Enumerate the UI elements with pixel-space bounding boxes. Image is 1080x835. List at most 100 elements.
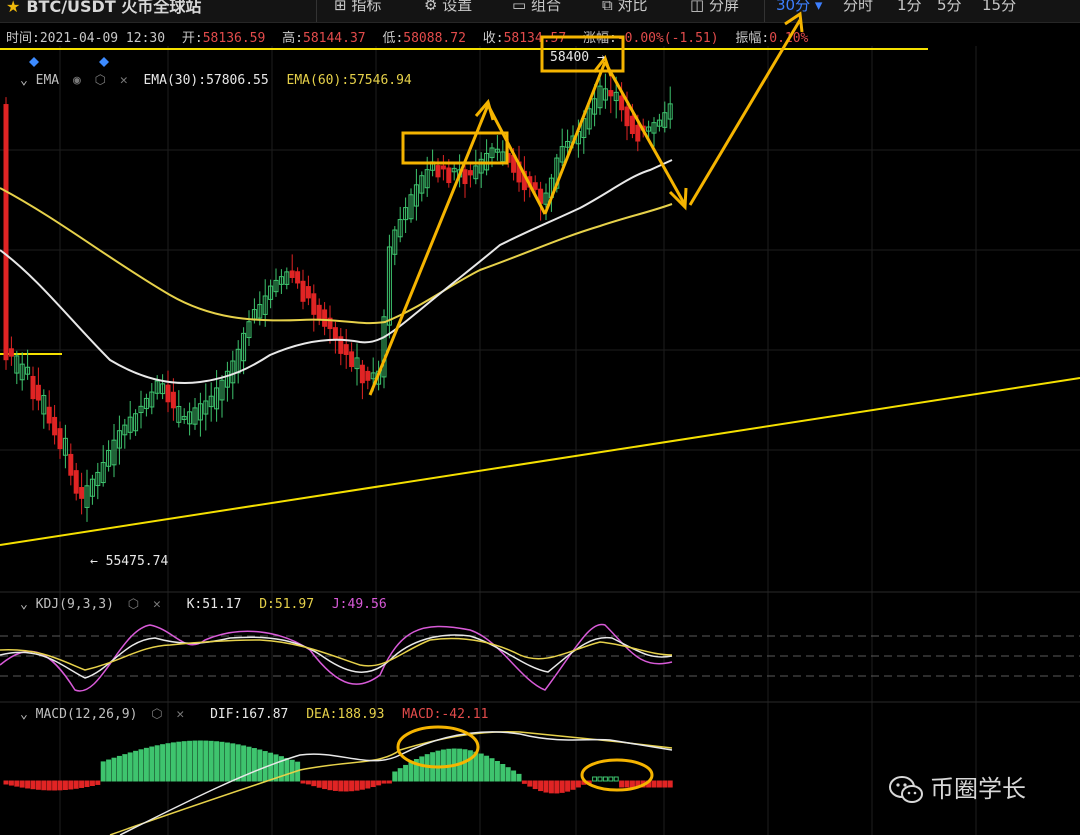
candle-body (305, 286, 311, 299)
collapse-icon[interactable]: ⌄ (20, 73, 28, 88)
candle-body (629, 115, 635, 135)
macd-histogram-bar (170, 742, 176, 782)
macd-histogram-bar (592, 776, 598, 782)
macd-histogram-bar (619, 780, 625, 788)
candle-body (73, 470, 79, 494)
macd-histogram-bar (122, 754, 128, 782)
settings-icon[interactable]: ⬡ (95, 73, 106, 88)
collapse-icon[interactable]: ⌄ (20, 597, 28, 612)
candle-body (462, 169, 468, 185)
macd-histogram-bar (3, 780, 9, 785)
kdj-panel (0, 623, 673, 692)
macd-histogram-bar (408, 761, 414, 782)
macd-histogram-bar (602, 776, 608, 782)
macd-histogram-bar (95, 780, 101, 785)
candle-body (311, 293, 317, 315)
macd-histogram-bar (478, 753, 484, 782)
candle-body (619, 95, 625, 111)
macd-histogram-bar (46, 780, 52, 791)
macd-panel (3, 725, 673, 835)
macd-histogram-bar (511, 770, 517, 782)
candle-body (300, 280, 306, 302)
macd-histogram-bar (376, 780, 382, 786)
macd-histogram-bar (484, 755, 490, 782)
watermark: 币圈学长 (888, 769, 1026, 805)
close-icon[interactable]: ✕ (153, 597, 161, 612)
candle-body (8, 348, 14, 357)
settings-icon[interactable]: ⬡ (128, 597, 139, 612)
eye-icon[interactable]: ◉ (73, 73, 81, 88)
settings-icon[interactable]: ⬡ (151, 707, 162, 722)
macd-histogram-bar (327, 780, 333, 791)
macd-histogram-bar (332, 780, 338, 791)
macd-histogram-bar (208, 740, 214, 782)
macd-histogram-bar (84, 780, 90, 788)
macd-histogram-bar (494, 760, 500, 782)
candle-body (289, 270, 295, 278)
macd-histogram-bar (392, 771, 398, 782)
close-icon[interactable]: ✕ (120, 73, 128, 88)
kdj-d-value: D:51.97 (259, 597, 315, 612)
event-marker-icon (99, 57, 109, 67)
candle-body (52, 416, 58, 436)
candle-body (349, 351, 355, 368)
macd-histogram-bar (176, 741, 182, 782)
collapse-icon[interactable]: ⌄ (20, 707, 28, 722)
macd-histogram-bar (419, 756, 425, 782)
candle-body (608, 90, 614, 97)
macd-histogram-bar (268, 752, 274, 782)
candle-body (440, 165, 446, 170)
macd-histogram-bar (149, 746, 155, 782)
macd-histogram-bar (192, 740, 198, 782)
kdj-legend: ⌄ KDJ(9,3,3) ⬡ ✕ K:51.17 D:51.97 J:49.56 (20, 597, 387, 612)
macd-histogram-bar (138, 749, 144, 782)
macd-histogram-bar (386, 780, 392, 784)
macd-histogram-bar (462, 749, 468, 782)
high-price-marker: 58400 → (550, 50, 605, 65)
candle-body (35, 384, 41, 401)
macd-histogram-bar (543, 780, 549, 793)
candle-body (30, 375, 36, 400)
macd-histogram-bar (338, 780, 344, 792)
ema60-value: EMA(60):57546.94 (286, 73, 412, 88)
macd-histogram-bar (311, 780, 317, 787)
macd-histogram-bar (219, 741, 225, 782)
candle-body (532, 182, 538, 190)
highlight-circle (580, 758, 654, 792)
event-marker-icon (29, 57, 39, 67)
candle-body (365, 370, 371, 381)
candle-body (635, 124, 641, 142)
candle-body (467, 170, 473, 176)
macd-histogram-bar (489, 758, 495, 782)
macd-histogram-bar (25, 780, 31, 789)
macd-histogram-bar (30, 780, 36, 790)
macd-histogram-bar (359, 780, 365, 790)
close-icon[interactable]: ✕ (176, 707, 184, 722)
macd-histogram-bar (35, 780, 41, 790)
macd-histogram-bar (381, 780, 387, 784)
macd-histogram-bar (57, 780, 63, 791)
trend-arrow (543, 61, 607, 215)
macd-histogram-bar (667, 780, 673, 788)
macd-histogram-bar (289, 759, 295, 782)
support-trendline (0, 377, 1080, 546)
ema-name: EMA (35, 73, 60, 88)
macd-histogram-bar (52, 780, 58, 791)
macd-histogram-bar (19, 780, 25, 788)
candle-body (165, 384, 171, 403)
macd-histogram-bar (349, 780, 355, 792)
macd-histogram-bar (354, 780, 360, 791)
macd-histogram-bar (62, 780, 68, 790)
macd-histogram-bar (143, 747, 149, 782)
macd-histogram-bar (154, 745, 160, 782)
trend-arrow (486, 104, 547, 215)
macd-histogram-bar (554, 780, 560, 794)
macd-histogram-bar (106, 759, 112, 782)
macd-histogram-bar (89, 780, 95, 787)
macd-histogram-bar (230, 743, 236, 782)
macd-histogram-bar (505, 767, 511, 782)
macd-histogram-bar (365, 780, 371, 789)
macd-histogram-bar (651, 780, 657, 788)
low-price-marker: ← 55475.74 (90, 554, 169, 569)
macd-histogram-bar (316, 780, 322, 788)
